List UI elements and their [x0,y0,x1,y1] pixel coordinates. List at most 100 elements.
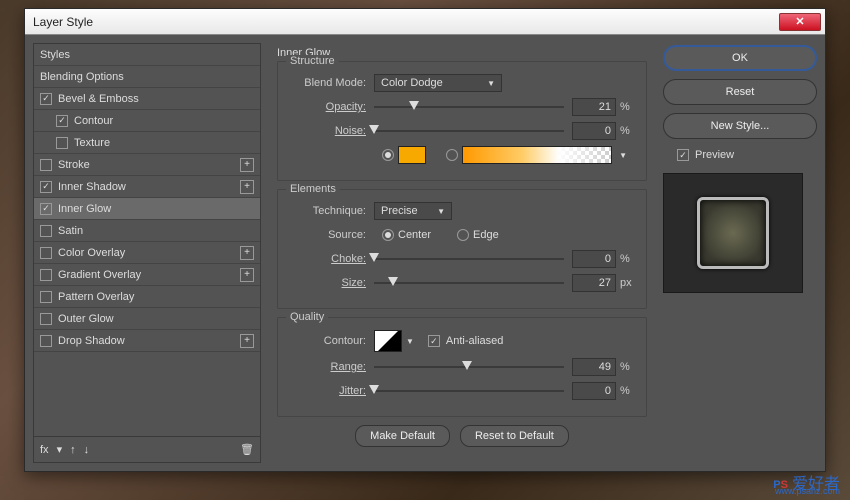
source-center-radio[interactable] [382,229,394,241]
source-edge-radio[interactable] [457,229,469,241]
fx-menu[interactable]: fx [40,444,49,456]
fx-dropdown-icon[interactable]: ▾ [57,443,63,456]
close-button[interactable]: ✕ [779,13,821,31]
checkbox[interactable] [56,115,68,127]
dialog-buttons: OK Reset New Style... ✓ Preview [663,43,817,463]
checkbox[interactable] [40,203,52,215]
titlebar[interactable]: Layer Style ✕ [25,9,825,35]
sidebar-item-label: Bevel & Emboss [58,93,139,105]
new-style-button[interactable]: New Style... [663,113,817,139]
dialog-title: Layer Style [29,15,93,29]
solid-color-radio[interactable] [382,149,394,161]
range-input[interactable]: 49 [572,358,616,376]
checkbox[interactable] [40,247,52,259]
ok-button[interactable]: OK [663,45,817,71]
chevron-down-icon: ▼ [619,151,627,160]
sidebar-item-bevel-emboss[interactable]: Bevel & Emboss [34,88,260,110]
chevron-down-icon: ▼ [437,207,445,216]
sidebar-item-label: Outer Glow [58,313,114,325]
opacity-label: Opacity: [288,101,374,113]
chevron-down-icon[interactable]: ▼ [406,337,414,346]
checkbox[interactable] [56,137,68,149]
checkbox[interactable] [40,269,52,281]
sidebar-item-pattern-overlay[interactable]: Pattern Overlay [34,286,260,308]
sidebar-item-label: Gradient Overlay [58,269,141,281]
reset-to-default-button[interactable]: Reset to Default [460,425,569,447]
technique-select[interactable]: Precise▼ [374,202,452,220]
sidebar-item-drop-shadow[interactable]: Drop Shadow + [34,330,260,352]
contour-picker[interactable] [374,330,402,352]
gradient-picker[interactable]: ▼ [462,146,612,164]
source-label: Source: [288,229,374,241]
sidebar-item-label: Styles [40,49,70,61]
choke-slider[interactable] [374,251,564,267]
sidebar-footer: fx ▾ ↑ ↓ 🗑 [34,436,260,462]
add-effect-icon[interactable]: + [240,158,254,172]
reset-button[interactable]: Reset [663,79,817,105]
chevron-down-icon: ▼ [487,79,495,88]
sidebar-item-stroke[interactable]: Stroke + [34,154,260,176]
sidebar-item-label: Stroke [58,159,90,171]
sidebar-item-blending-options[interactable]: Blending Options [34,66,260,88]
checkbox[interactable] [40,181,52,193]
sidebar-item-contour[interactable]: Contour [34,110,260,132]
checkbox[interactable] [40,313,52,325]
choke-input[interactable]: 0 [572,250,616,268]
checkbox[interactable] [40,225,52,237]
anti-aliased-checkbox[interactable]: ✓ [428,335,440,347]
add-effect-icon[interactable]: + [240,334,254,348]
sidebar-item-inner-shadow[interactable]: Inner Shadow + [34,176,260,198]
jitter-input[interactable]: 0 [572,382,616,400]
sidebar-item-styles[interactable]: Styles [34,44,260,66]
settings-panel: Inner Glow Structure Blend Mode: Color D… [269,43,655,463]
structure-group: Structure Blend Mode: Color Dodge▼ Opaci… [277,61,647,181]
jitter-slider[interactable] [374,383,564,399]
sidebar-item-label: Contour [74,115,113,127]
trash-icon[interactable]: 🗑 [240,443,254,456]
sidebar-item-outer-glow[interactable]: Outer Glow [34,308,260,330]
move-up-icon[interactable]: ↑ [70,444,76,456]
opacity-input[interactable]: 21 [572,98,616,116]
gradient-radio[interactable] [446,149,458,161]
solid-color-swatch[interactable] [398,146,426,164]
sidebar-item-color-overlay[interactable]: Color Overlay+ [34,242,260,264]
checkbox[interactable] [40,159,52,171]
range-label: Range: [288,361,374,373]
layer-style-dialog: Layer Style ✕ Styles Blending Options Beve… [24,8,826,472]
sidebar-item-label: Inner Shadow [58,181,126,193]
noise-slider[interactable] [374,123,564,139]
size-slider[interactable] [374,275,564,291]
checkbox[interactable] [40,335,52,347]
make-default-button[interactable]: Make Default [355,425,450,447]
structure-legend: Structure [286,55,339,67]
opacity-slider[interactable] [374,99,564,115]
quality-group: Quality Contour: ▼ ✓ Anti-aliased Range:… [277,317,647,417]
size-label: Size: [288,277,374,289]
noise-input[interactable]: 0 [572,122,616,140]
elements-legend: Elements [286,183,340,195]
add-effect-icon[interactable]: + [240,246,254,260]
sidebar-item-label: Drop Shadow [58,335,125,347]
move-down-icon[interactable]: ↓ [84,444,90,456]
blend-mode-select[interactable]: Color Dodge▼ [374,74,502,92]
sidebar-item-texture[interactable]: Texture [34,132,260,154]
technique-label: Technique: [288,205,374,217]
sidebar-item-label: Inner Glow [58,203,111,215]
styles-sidebar: Styles Blending Options Bevel & Emboss Cont… [33,43,261,463]
range-slider[interactable] [374,359,564,375]
size-input[interactable]: 27 [572,274,616,292]
preview-checkbox[interactable]: ✓ [677,149,689,161]
checkbox[interactable] [40,93,52,105]
sidebar-item-label: Texture [74,137,110,149]
sidebar-item-satin[interactable]: Satin [34,220,260,242]
preview-thumbnail [663,173,803,293]
add-effect-icon[interactable]: + [240,268,254,282]
checkbox[interactable] [40,291,52,303]
sidebar-item-inner-glow[interactable]: Inner Glow [34,198,260,220]
blend-mode-label: Blend Mode: [288,77,374,89]
contour-label: Contour: [288,335,374,347]
add-effect-icon[interactable]: + [240,180,254,194]
elements-group: Elements Technique: Precise▼ Source: Cen… [277,189,647,309]
sidebar-item-label: Satin [58,225,83,237]
sidebar-item-gradient-overlay[interactable]: Gradient Overlay + [34,264,260,286]
